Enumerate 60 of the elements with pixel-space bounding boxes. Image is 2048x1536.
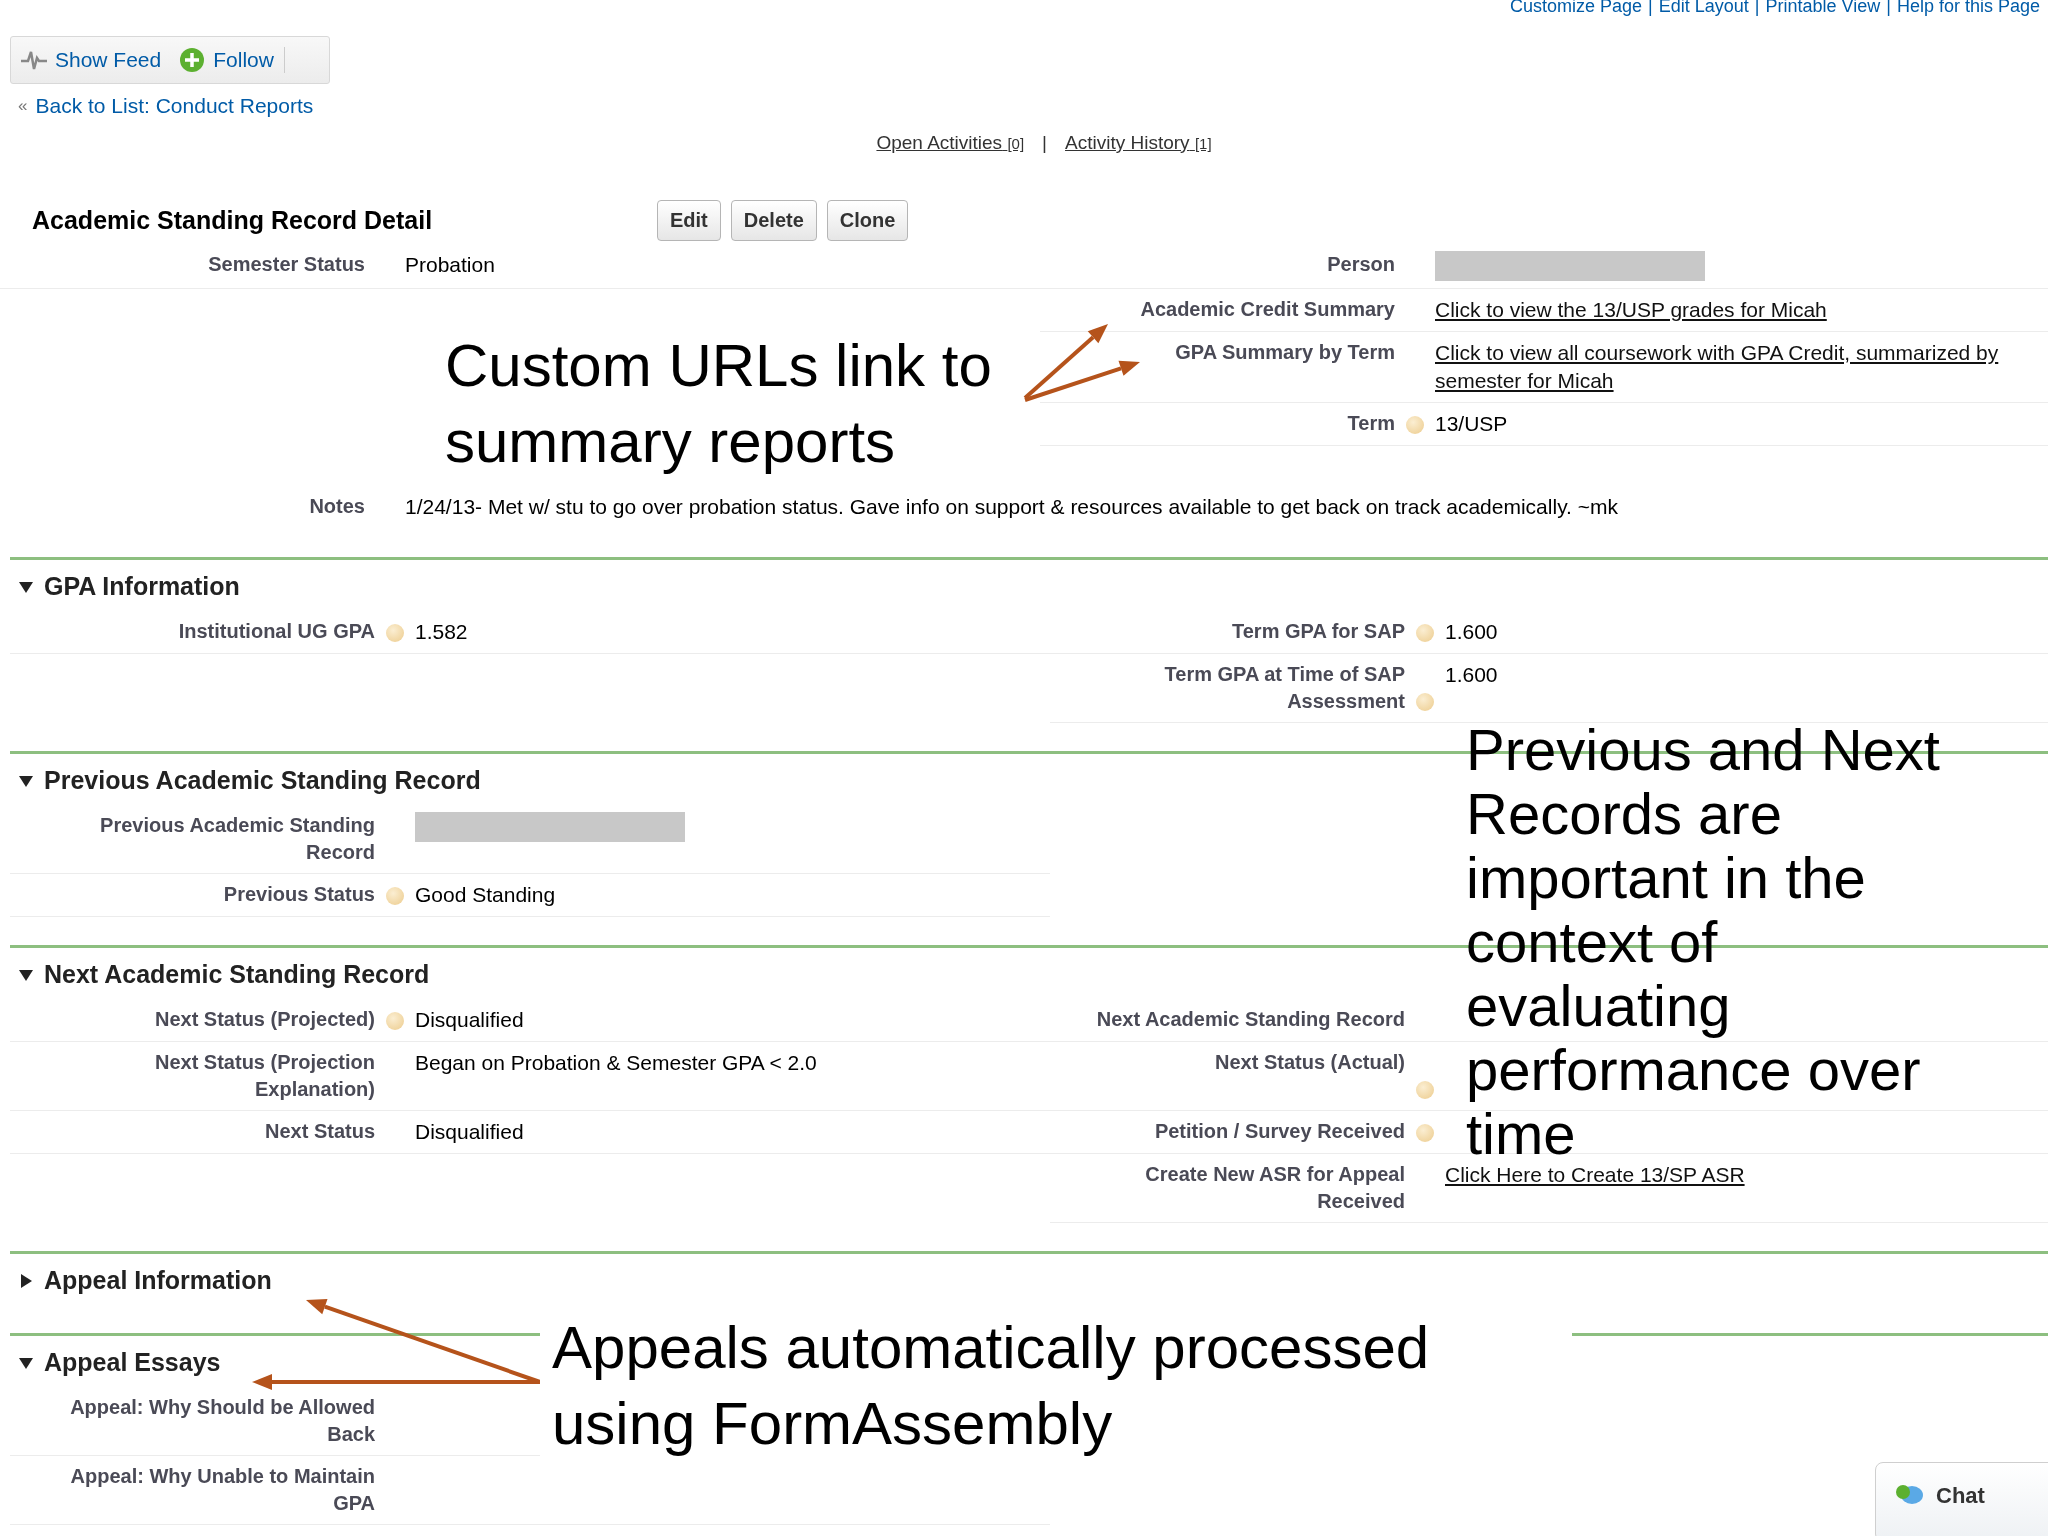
- field-value: 1.600: [1445, 619, 1499, 645]
- related-link[interactable]: Activity History [1]: [1065, 132, 1212, 154]
- field-label: Next Status (Projection Explanation): [153, 1050, 375, 1102]
- field-value: Disqualified: [415, 1119, 525, 1145]
- field-label: Petition / Survey Received: [1153, 1119, 1405, 1144]
- expand-triangle-icon[interactable]: [18, 1272, 34, 1289]
- separator: |: [1042, 132, 1047, 154]
- section-title: Next Academic Standing Record: [44, 960, 430, 989]
- value-link[interactable]: Click to view all coursework with GPA Credit, summarized by semester for Micah: [1435, 339, 2048, 395]
- toolbar-link[interactable]: Show Feed: [55, 48, 162, 72]
- toolbar-link[interactable]: Follow: [213, 48, 274, 72]
- field-value: Disqualified: [415, 1007, 525, 1033]
- field-label: Institutional UG GPA: [177, 619, 375, 644]
- help-icon[interactable]: [1416, 624, 1434, 642]
- field-label: Previous Status: [222, 882, 375, 907]
- section-title: Previous Academic Standing Record: [44, 766, 481, 795]
- field-label: Semester Status: [207, 252, 365, 277]
- back-link[interactable]: Back to List: Conduct Reports: [35, 94, 314, 118]
- help-icon[interactable]: [1416, 1124, 1434, 1142]
- chat-button[interactable]: Chat: [1875, 1462, 2048, 1536]
- field-label: Next Status: [263, 1119, 375, 1144]
- field-value: Began on Probation & Semester GPA < 2.0: [415, 1050, 818, 1076]
- field-label: Create New ASR for Appeal Received: [1144, 1162, 1405, 1214]
- field-label: Appeal: Why Should be Allowed Back: [69, 1395, 375, 1447]
- field-label: Notes: [308, 494, 365, 519]
- section-title: Appeal Essays: [44, 1348, 221, 1377]
- field-label: Appeal: Why Unable to Maintain GPA: [69, 1464, 375, 1516]
- action-button[interactable]: Clone: [826, 199, 909, 241]
- related-link[interactable]: Open Activities [0]: [876, 132, 1025, 154]
- section-title: GPA Information: [44, 572, 240, 601]
- field-label: Term GPA at Time of SAP Assessment: [1163, 662, 1405, 714]
- field-label: Next Status (Actual): [1213, 1050, 1405, 1075]
- field-label: Term: [1346, 411, 1395, 436]
- annotation-text: Custom URLs link to summary reports: [445, 331, 993, 477]
- section-title: Appeal Information: [44, 1266, 272, 1295]
- field-label: Next Academic Standing Record: [1095, 1007, 1405, 1032]
- help-icon[interactable]: [386, 624, 404, 642]
- plus-icon[interactable]: [179, 47, 206, 73]
- field-label: Previous Academic Standing Record: [99, 813, 375, 865]
- field-label: Academic Credit Summary: [1139, 297, 1395, 322]
- help-icon[interactable]: [1416, 693, 1434, 711]
- help-icon[interactable]: [1416, 1081, 1434, 1099]
- field-value: 1.582: [415, 619, 469, 645]
- field-value: 1/24/13- Met w/ stu to go over probation status. Gave info on support & resources available to get back on track academically. ~mk: [405, 494, 1619, 520]
- field-value: 1.600: [1445, 662, 1499, 688]
- field-value: Probation: [405, 252, 496, 278]
- field-label: GPA Summary by Term: [1174, 340, 1395, 365]
- help-icon[interactable]: [1406, 416, 1424, 434]
- field-label: Term GPA for SAP: [1231, 619, 1405, 644]
- field-label: Person: [1326, 252, 1395, 277]
- back-marker: «: [18, 96, 28, 116]
- help-icon[interactable]: [386, 887, 404, 905]
- action-button[interactable]: Delete: [730, 199, 817, 241]
- value-link[interactable]: Click to view the 13/USP grades for Micah: [1435, 296, 2048, 324]
- field-value: Good Standing: [415, 882, 557, 908]
- help-icon[interactable]: [386, 1012, 404, 1030]
- field-label: Next Status (Projected): [153, 1007, 375, 1032]
- field-value: 13/USP: [1435, 411, 1509, 437]
- action-button[interactable]: Edit: [657, 199, 721, 241]
- detail-title: Academic Standing Record Detail: [31, 205, 434, 235]
